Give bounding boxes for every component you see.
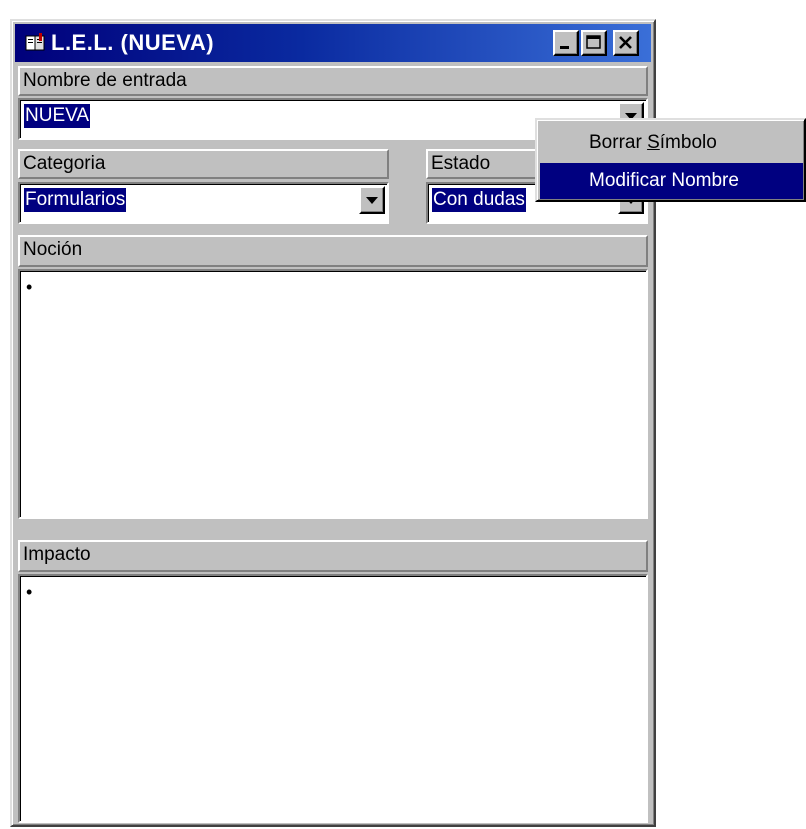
chevron-down-icon — [366, 197, 378, 204]
menu-item-delete-symbol-label-after: ímbolo — [659, 132, 717, 153]
entry-name-label: Nombre de entrada — [18, 66, 648, 96]
notion-bullet: • — [26, 277, 33, 297]
menu-item-delete-symbol-label-before: Borrar — [589, 132, 648, 153]
book-icon — [25, 33, 47, 53]
impact-textarea[interactable]: • — [18, 574, 648, 823]
close-icon — [619, 36, 632, 49]
notion-textarea[interactable]: • — [18, 269, 648, 519]
category-value[interactable]: Formularios — [24, 188, 127, 212]
close-button[interactable] — [613, 30, 639, 56]
notion-label: Noción — [18, 235, 648, 267]
menu-item-rename[interactable]: Modificar Nombre — [540, 163, 803, 199]
window-title: L.E.L. (NUEVA) — [51, 30, 215, 55]
context-menu: Borrar Símbolo Modificar Nombre — [535, 118, 806, 202]
entry-name-value[interactable]: NUEVA — [24, 104, 91, 128]
minimize-button[interactable] — [553, 30, 579, 56]
status-value[interactable]: Con dudas — [432, 188, 526, 212]
minimize-icon — [560, 46, 569, 49]
category-combobox[interactable]: Formularios — [18, 182, 389, 224]
title-bar[interactable]: L.E.L. (NUEVA) — [15, 24, 651, 62]
maximize-button[interactable] — [581, 30, 607, 56]
impact-bullet: • — [26, 582, 33, 602]
category-dropdown-button[interactable] — [359, 186, 385, 214]
menu-item-delete-symbol-accelerator: S — [647, 132, 660, 153]
menu-item-delete-symbol[interactable]: Borrar Símbolo — [540, 125, 803, 161]
maximize-icon — [586, 35, 601, 49]
impact-label: Impacto — [18, 540, 648, 572]
category-label: Categoria — [18, 149, 389, 179]
